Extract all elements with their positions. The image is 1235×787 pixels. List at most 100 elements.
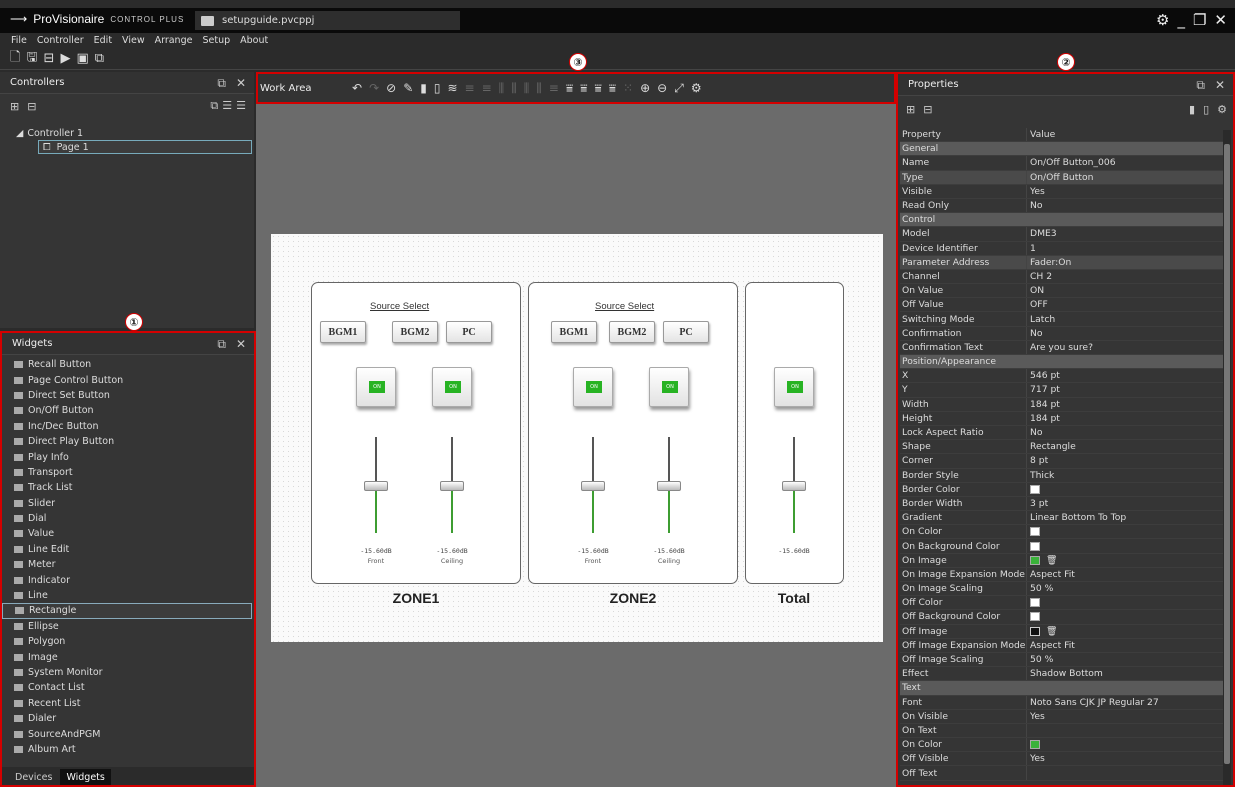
- arrange-forward-icon[interactable]: ⩸: [580, 81, 587, 96]
- widget-item[interactable]: Play Info: [2, 449, 254, 464]
- copy-icon[interactable]: ▮: [420, 81, 427, 95]
- property-value[interactable]: OFF: [1026, 298, 1223, 312]
- fader-knob[interactable]: [657, 481, 681, 491]
- property-value[interactable]: [1026, 738, 1223, 752]
- property-row[interactable]: On Image Scaling 50 %: [900, 582, 1223, 597]
- undo-icon[interactable]: ↶: [352, 81, 362, 95]
- property-value[interactable]: 184 pt: [1026, 411, 1223, 425]
- format-icon[interactable]: ≋: [447, 81, 457, 95]
- property-row[interactable]: Off Color: [900, 596, 1223, 611]
- total-rectangle[interactable]: ON -15.60dB: [745, 282, 844, 584]
- total-on-button[interactable]: ON: [774, 367, 814, 407]
- pc-button[interactable]: PC: [446, 321, 492, 343]
- expand-all-icon[interactable]: ⊞: [906, 103, 915, 116]
- property-value[interactable]: Linear Bottom To Top: [1026, 511, 1223, 525]
- property-value[interactable]: Fader:On: [1026, 255, 1223, 269]
- property-row[interactable]: On Image 🗑: [900, 553, 1223, 568]
- widget-item[interactable]: Inc/Dec Button: [2, 419, 254, 434]
- undock-icon[interactable]: ⧉: [217, 337, 226, 352]
- property-value[interactable]: 8 pt: [1026, 454, 1223, 468]
- property-row[interactable]: Lock Aspect Ratio No: [900, 425, 1223, 441]
- widget-item[interactable]: SourceAndPGM: [2, 726, 254, 741]
- tab-widgets[interactable]: Widgets: [60, 769, 111, 785]
- close-panel-icon[interactable]: ✕: [236, 76, 246, 91]
- property-row[interactable]: Border Color: [900, 482, 1223, 497]
- property-value[interactable]: 🗑: [1026, 553, 1223, 567]
- widget-item[interactable]: Track List: [2, 480, 254, 495]
- fader-knob[interactable]: [581, 481, 605, 491]
- property-value[interactable]: No: [1026, 198, 1223, 213]
- property-value[interactable]: [1026, 766, 1223, 780]
- color-swatch[interactable]: [1030, 541, 1040, 551]
- widget-item[interactable]: On/Off Button: [2, 403, 254, 418]
- color-swatch[interactable]: [1030, 555, 1040, 565]
- zoom-in-icon[interactable]: ⊕: [640, 81, 650, 95]
- property-value[interactable]: Shadow Bottom: [1026, 667, 1223, 681]
- property-row[interactable]: Channel CH 2: [900, 269, 1223, 285]
- property-value[interactable]: [1026, 482, 1223, 496]
- collapse-all-icon[interactable]: ⊟: [27, 100, 36, 113]
- bgm1-button[interactable]: BGM1: [320, 321, 366, 343]
- property-row[interactable]: Type On/Off Button: [900, 170, 1223, 185]
- widget-item[interactable]: Recent List: [2, 696, 254, 711]
- property-row[interactable]: Border Width 3 pt: [900, 496, 1223, 512]
- tab-devices[interactable]: Devices: [9, 769, 58, 785]
- fader-knob[interactable]: [440, 481, 464, 491]
- property-row[interactable]: Off Background Color: [900, 610, 1223, 625]
- align-bottom-icon[interactable]: ⫼: [511, 81, 517, 96]
- widget-item[interactable]: Album Art: [2, 742, 254, 757]
- widget-item[interactable]: Slider: [2, 496, 254, 511]
- total-fader[interactable]: [782, 437, 806, 533]
- property-value[interactable]: 546 pt: [1026, 369, 1223, 383]
- widget-item[interactable]: Page Control Button: [2, 372, 254, 387]
- widget-item[interactable]: Value: [2, 526, 254, 541]
- property-value[interactable]: 🗑: [1026, 624, 1223, 638]
- property-row[interactable]: Y 717 pt: [900, 383, 1223, 398]
- arrange-front-icon[interactable]: ⩸: [566, 81, 573, 96]
- property-row[interactable]: Confirmation No: [900, 326, 1223, 341]
- close-panel-icon[interactable]: ✕: [1215, 78, 1225, 93]
- arrange-backward-icon[interactable]: ⩸: [594, 81, 601, 96]
- ceiling-fader[interactable]: [440, 437, 464, 533]
- property-row[interactable]: On Text: [900, 723, 1223, 739]
- property-row[interactable]: Visible Yes: [900, 184, 1223, 199]
- property-row[interactable]: Off Text: [900, 766, 1223, 781]
- property-row[interactable]: Off Value OFF: [900, 298, 1223, 313]
- design-canvas[interactable]: Source Select BGM1 BGM2 PC ON ON -15.60d…: [271, 234, 883, 642]
- widget-item[interactable]: Direct Set Button: [2, 388, 254, 403]
- property-row[interactable]: Device Identifier 1: [900, 241, 1223, 256]
- color-swatch[interactable]: [1030, 598, 1040, 608]
- property-row[interactable]: On Visible Yes: [900, 709, 1223, 724]
- online-icon[interactable]: ⧉: [95, 51, 104, 66]
- bgm2-button[interactable]: BGM2: [392, 321, 438, 343]
- ceiling-on-button[interactable]: ON: [649, 367, 689, 407]
- ceiling-on-button[interactable]: ON: [432, 367, 472, 407]
- property-row[interactable]: Off Image 🗑: [900, 624, 1223, 639]
- property-value[interactable]: 717 pt: [1026, 383, 1223, 397]
- align-left-icon[interactable]: ≡: [465, 81, 475, 95]
- trash-icon[interactable]: 🗑: [1046, 626, 1058, 637]
- widget-item[interactable]: Dialer: [2, 711, 254, 726]
- fader-knob[interactable]: [364, 481, 388, 491]
- widget-item[interactable]: System Monitor: [2, 665, 254, 680]
- property-row[interactable]: Off Image Expansion Mode Aspect Fit: [900, 638, 1223, 653]
- ceiling-fader[interactable]: [657, 437, 681, 533]
- property-value[interactable]: CH 2: [1026, 269, 1223, 284]
- property-value[interactable]: Latch: [1026, 312, 1223, 326]
- expand-all-icon[interactable]: ⊞: [10, 100, 19, 113]
- arrange-back-icon[interactable]: ⩸: [609, 81, 616, 96]
- align-middle-icon[interactable]: ⫼: [524, 81, 530, 96]
- widget-item[interactable]: Indicator: [2, 572, 254, 587]
- bgm1-button[interactable]: BGM1: [551, 321, 597, 343]
- collapse-all-icon[interactable]: ⊟: [923, 103, 932, 116]
- property-value[interactable]: Rectangle: [1026, 440, 1223, 454]
- paste-props-icon[interactable]: ▯: [1203, 103, 1209, 116]
- grid-icon[interactable]: ⁙: [623, 81, 633, 95]
- property-value[interactable]: Are you sure?: [1026, 340, 1223, 354]
- sort-down-icon[interactable]: ☰: [236, 99, 246, 113]
- property-value[interactable]: ON: [1026, 284, 1223, 298]
- close-panel-icon[interactable]: ✕: [236, 337, 246, 352]
- front-fader[interactable]: [364, 437, 388, 533]
- property-value[interactable]: Yes: [1026, 709, 1223, 723]
- widget-item[interactable]: Ellipse: [2, 619, 254, 634]
